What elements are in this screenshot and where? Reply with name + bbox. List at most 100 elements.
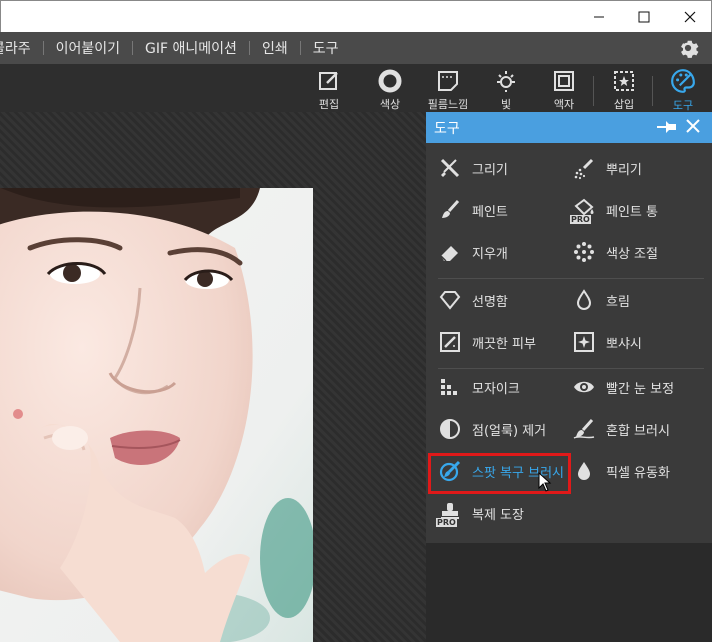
tool-draw[interactable]: 그리기 bbox=[436, 153, 508, 183]
gear-icon bbox=[681, 40, 699, 58]
tool-color-adjust-label: 색상 조절 bbox=[606, 246, 658, 262]
tool-soft-glow-label: 뽀샤시 bbox=[606, 336, 642, 352]
tool-paint[interactable]: 페인트 bbox=[436, 195, 508, 225]
pin-button[interactable] bbox=[656, 118, 678, 140]
tool-tools[interactable]: 도구 bbox=[657, 66, 709, 112]
insert-star-icon bbox=[611, 68, 637, 93]
tool-panel: 도구 그리기 뿌리기 페인트 PRO 페인트 통 지우개 색상 조절 선명함 흐… bbox=[426, 112, 712, 642]
panel-divider bbox=[438, 368, 704, 369]
tool-spray[interactable]: 뿌리기 bbox=[570, 153, 642, 183]
settings-button[interactable] bbox=[676, 36, 700, 60]
eraser-icon bbox=[436, 238, 464, 266]
panel-close-button[interactable] bbox=[684, 117, 702, 139]
tool-paint-bucket[interactable]: PRO 페인트 통 bbox=[570, 195, 658, 225]
pro-badge: PRO bbox=[436, 518, 457, 527]
panel-title: 도구 bbox=[434, 121, 460, 137]
window-titlebar bbox=[0, 0, 712, 32]
tool-blur-label: 흐림 bbox=[606, 294, 630, 310]
tool-draw-label: 그리기 bbox=[472, 162, 508, 178]
tool-mosaic[interactable]: 모자이크 bbox=[436, 372, 520, 402]
color-circle-icon bbox=[377, 68, 403, 93]
diamond-icon bbox=[436, 286, 464, 314]
stamp-icon: PRO bbox=[436, 499, 464, 527]
tool-pixel-liquify[interactable]: 픽셀 유동화 bbox=[570, 456, 670, 486]
tool-frame[interactable]: 액자 bbox=[538, 66, 590, 112]
film-icon bbox=[435, 68, 461, 93]
tool-paint-bucket-label: 페인트 통 bbox=[606, 204, 658, 220]
menu-item-gif[interactable]: GIF 애니메이션 bbox=[133, 38, 249, 58]
dots-icon bbox=[570, 238, 598, 266]
tool-spot-removal[interactable]: 점(얼룩) 제거 bbox=[436, 414, 546, 444]
palette-icon bbox=[670, 68, 696, 94]
minimize-icon bbox=[594, 16, 604, 18]
tool-mix-brush[interactable]: 혼합 브러시 bbox=[570, 414, 670, 444]
menu-bar: 콜라주 이어붙이기 GIF 애니메이션 인쇄 도구 bbox=[0, 32, 712, 64]
tool-film[interactable]: 필름느낌 bbox=[422, 66, 474, 112]
tool-eraser[interactable]: 지우개 bbox=[436, 237, 508, 267]
tool-light-label: 빛 bbox=[500, 98, 512, 111]
tool-edit[interactable]: 편집 bbox=[303, 66, 355, 112]
tool-sharpen-label: 선명함 bbox=[472, 294, 508, 310]
tool-spot-removal-label: 점(얼룩) 제거 bbox=[472, 423, 547, 439]
tool-film-label: 필름느낌 bbox=[427, 98, 469, 111]
tool-frame-label: 액자 bbox=[553, 98, 575, 111]
tool-red-eye[interactable]: 빨간 눈 보정 bbox=[570, 372, 674, 402]
sun-icon bbox=[493, 68, 519, 93]
tool-clean-skin-label: 깨끗한 피부 bbox=[472, 336, 536, 352]
drop-solid-icon bbox=[570, 457, 598, 485]
frame-icon bbox=[551, 68, 577, 93]
sparkle-icon bbox=[570, 328, 598, 356]
maximize-button[interactable] bbox=[621, 1, 667, 33]
tool-color[interactable]: 색상 bbox=[364, 66, 416, 112]
menu-item-collage[interactable]: 콜라주 bbox=[0, 38, 43, 58]
mosaic-icon bbox=[436, 373, 464, 401]
tool-clone-stamp-label: 복제 도장 bbox=[472, 507, 524, 523]
menu-item-print[interactable]: 인쇄 bbox=[250, 38, 300, 58]
drop-outline-icon bbox=[570, 286, 598, 314]
tool-soft-glow[interactable]: 뽀샤시 bbox=[570, 327, 642, 357]
tool-red-eye-label: 빨간 눈 보정 bbox=[606, 381, 675, 397]
pencil-cross-icon bbox=[436, 154, 464, 182]
tool-pixel-liquify-label: 픽셀 유동화 bbox=[606, 465, 670, 481]
clean-skin-icon bbox=[436, 328, 464, 356]
minimize-button[interactable] bbox=[576, 1, 622, 33]
toolbar: 편집 색상 필름느낌 빛 액자 삽입 도구 bbox=[0, 64, 712, 112]
mouse-cursor-icon bbox=[538, 471, 552, 496]
paint-bucket-icon: PRO bbox=[570, 196, 598, 224]
half-circle-icon bbox=[436, 415, 464, 443]
spray-icon bbox=[570, 154, 598, 182]
menu-item-stitch[interactable]: 이어붙이기 bbox=[44, 38, 132, 58]
toolbar-divider bbox=[652, 76, 653, 106]
tool-paint-label: 페인트 bbox=[472, 204, 508, 220]
tool-eraser-label: 지우개 bbox=[472, 246, 508, 262]
tool-light[interactable]: 빛 bbox=[480, 66, 532, 112]
pro-badge: PRO bbox=[570, 215, 591, 224]
close-button[interactable] bbox=[667, 1, 712, 33]
tool-insert[interactable]: 삽입 bbox=[598, 66, 650, 112]
close-icon bbox=[684, 11, 696, 23]
tool-color-adjust[interactable]: 색상 조절 bbox=[570, 237, 658, 267]
mix-brush-icon bbox=[570, 415, 598, 443]
photo-image[interactable] bbox=[0, 188, 313, 642]
tool-clean-skin[interactable]: 깨끗한 피부 bbox=[436, 327, 536, 357]
tool-mix-brush-label: 혼합 브러시 bbox=[606, 423, 670, 439]
panel-header: 도구 bbox=[426, 112, 712, 143]
brush-icon bbox=[436, 196, 464, 224]
tool-sharpen[interactable]: 선명함 bbox=[436, 285, 508, 315]
tool-clone-stamp[interactable]: PRO 복제 도장 bbox=[436, 498, 524, 528]
tool-mosaic-label: 모자이크 bbox=[472, 381, 520, 397]
eye-icon bbox=[570, 373, 598, 401]
tool-insert-label: 삽입 bbox=[613, 98, 635, 111]
pin-icon bbox=[657, 121, 676, 133]
canvas-area[interactable] bbox=[0, 112, 426, 642]
tool-color-label: 색상 bbox=[379, 98, 401, 111]
edit-icon bbox=[316, 68, 342, 93]
menu-item-tools[interactable]: 도구 bbox=[301, 38, 351, 58]
tool-spray-label: 뿌리기 bbox=[606, 162, 642, 178]
maximize-icon bbox=[638, 11, 650, 23]
tool-blur[interactable]: 흐림 bbox=[570, 285, 630, 315]
tool-edit-label: 편집 bbox=[318, 98, 340, 111]
panel-divider bbox=[438, 278, 704, 279]
toolbar-divider bbox=[593, 76, 594, 106]
close-icon bbox=[686, 119, 700, 133]
